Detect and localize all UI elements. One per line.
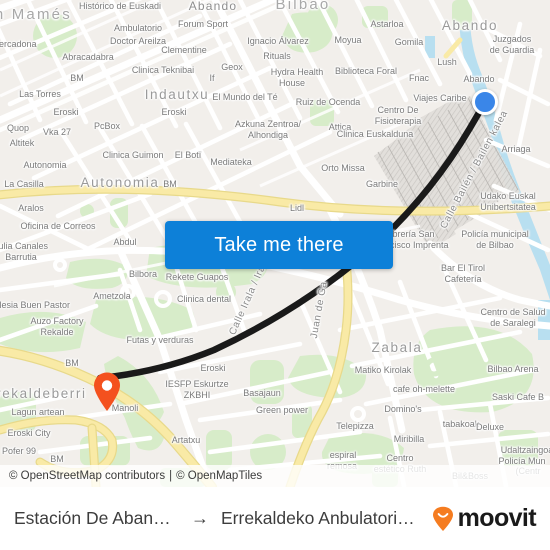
route-footer-bar: Estación De Aband… → Errekaldeko Anbulat… xyxy=(0,487,550,550)
map-attribution: © OpenStreetMap contributors | © OpenMap… xyxy=(0,465,550,487)
take-me-there-button[interactable]: Take me there xyxy=(165,221,393,269)
moovit-pin-icon xyxy=(432,506,453,531)
take-me-there-label: Take me there xyxy=(214,233,344,256)
origin-marker[interactable] xyxy=(472,89,498,115)
moovit-wordmark: moovit xyxy=(457,504,537,532)
moovit-map-screen: San MamésHistórico de EuskadiAbandoBilba… xyxy=(0,0,550,550)
route-destination-label[interactable]: Errekaldeko Anbulatorioa / … xyxy=(221,508,420,529)
moovit-logo[interactable]: moovit xyxy=(430,504,537,533)
map-pin-icon xyxy=(94,372,120,411)
route-origin-label[interactable]: Estación De Aband… xyxy=(14,508,179,529)
openmaptiles-attribution-link[interactable]: © OpenMapTiles xyxy=(176,470,262,482)
attribution-separator: | xyxy=(169,470,173,482)
route-arrow-icon: → xyxy=(191,508,209,528)
osm-attribution-link[interactable]: © OpenStreetMap contributors xyxy=(9,470,165,482)
map-canvas[interactable]: San MamésHistórico de EuskadiAbandoBilba… xyxy=(0,0,550,487)
